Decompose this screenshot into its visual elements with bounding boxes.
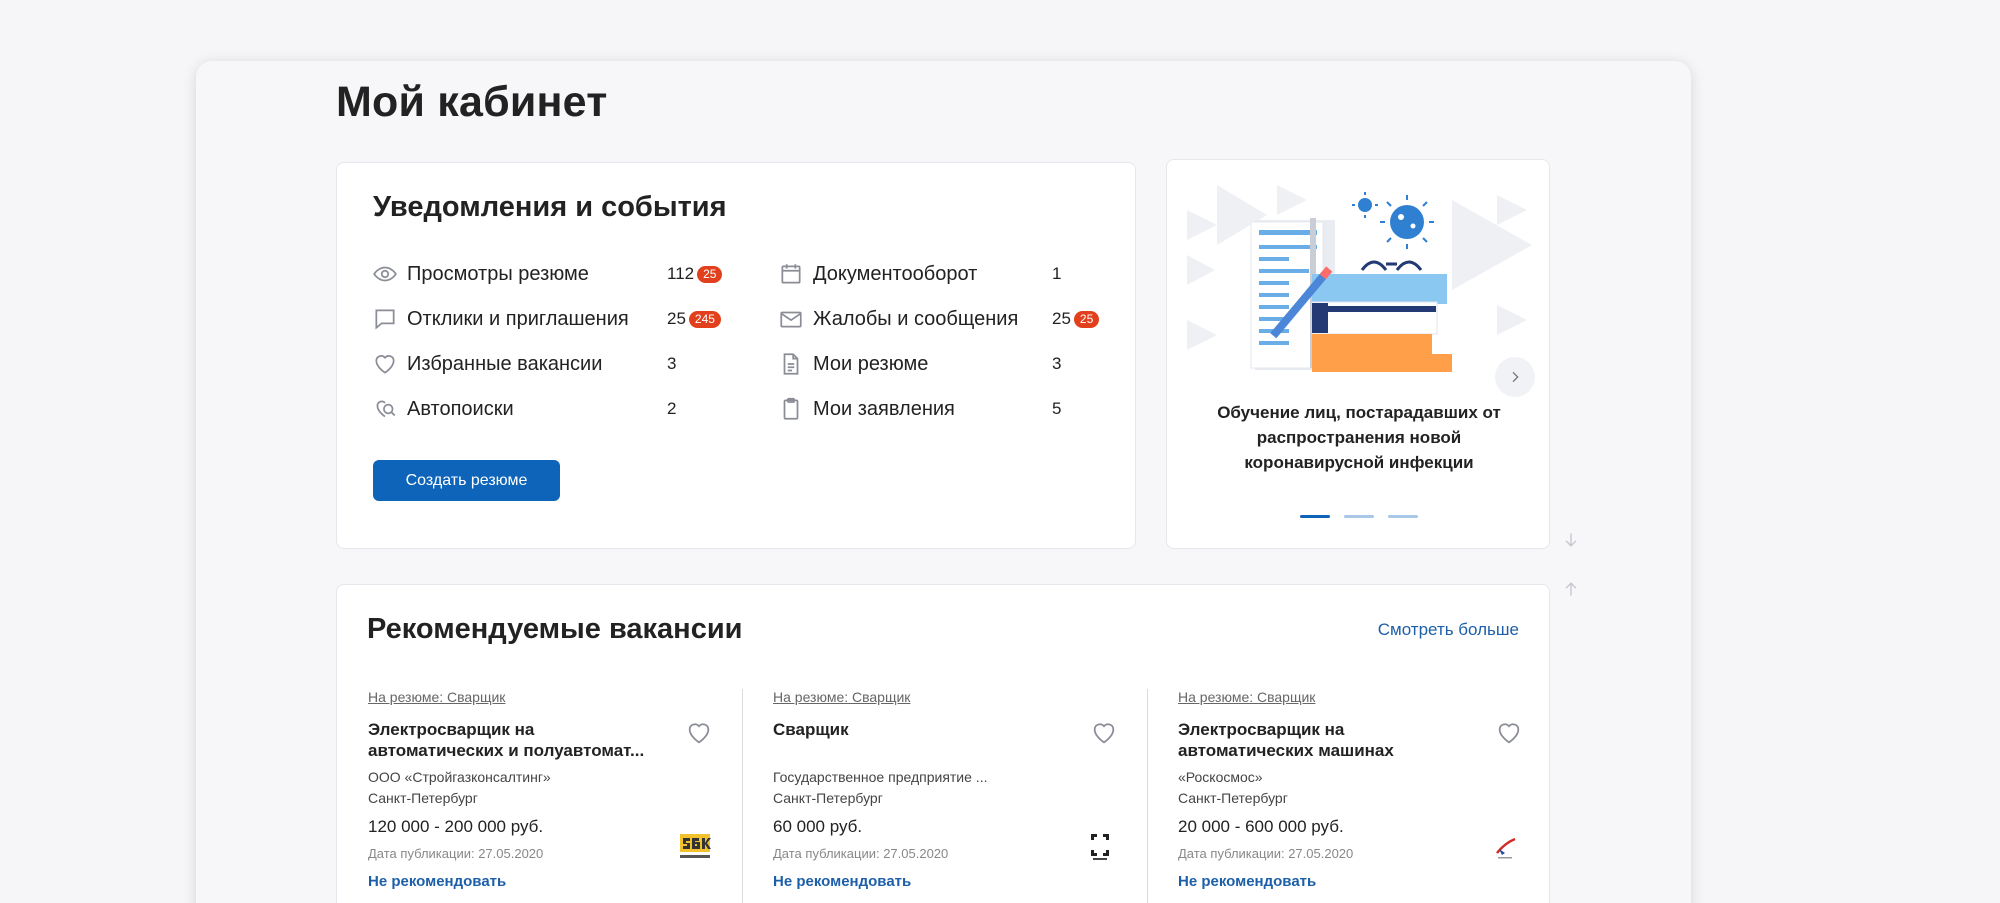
autosearch-icon	[371, 395, 399, 423]
favorite-heart-icon[interactable]	[1495, 719, 1523, 747]
vacancy-resume-link[interactable]: На резюме: Сварщик	[368, 689, 505, 705]
vacancy-salary: 20 000 - 600 000 руб.	[1178, 817, 1344, 836]
notif-label: Просмотры резюме	[407, 262, 589, 285]
create-resume-button[interactable]: Создать резюме	[373, 460, 560, 501]
not-recommend-link[interactable]: Не рекомендовать	[773, 873, 911, 890]
notif-label: Автопоиски	[407, 397, 514, 420]
vacancy-date: Дата публикации: 27.05.2020	[773, 846, 949, 861]
vacancy-city: Санкт-Петербург	[1178, 790, 1288, 806]
notif-label: Документооборот	[813, 262, 978, 285]
favorite-heart-icon[interactable]	[685, 719, 713, 747]
notif-count: 25 245	[667, 304, 721, 334]
notif-badge: 25	[1073, 310, 1100, 328]
notif-label: Жалобы и сообщения	[813, 307, 1019, 330]
carousel-dot[interactable]	[1300, 515, 1330, 518]
notif-count: 112 25	[667, 259, 723, 289]
not-recommend-link[interactable]: Не рекомендовать	[1178, 873, 1316, 890]
vacancy-city: Санкт-Петербург	[368, 790, 478, 806]
recommended-vacancies-card: Рекомендуемые вакансии Смотреть больше Н…	[336, 584, 1550, 903]
vacancy-date: Дата публикации: 27.05.2020	[1178, 846, 1354, 861]
notif-item-documents[interactable]: Документооборот	[777, 259, 977, 289]
vacancy-company: Государственное предприятие ...	[773, 769, 988, 785]
mail-icon	[777, 305, 805, 333]
notif-count: 2	[667, 399, 677, 418]
roscosmos-logo	[1496, 837, 1516, 859]
vacancy-resume-link[interactable]: На резюме: Сварщик	[1178, 689, 1315, 705]
notif-label: Отклики и приглашения	[407, 307, 629, 330]
notif-badge: 245	[688, 310, 721, 328]
vacancy-card[interactable]: На резюме: Сварщик Электросварщик на авт…	[1178, 689, 1553, 903]
chevron-right-icon	[1512, 371, 1519, 383]
vacancy-card[interactable]: На резюме: Сварщик Сварщик Государственн…	[773, 689, 1148, 903]
notif-label: Мои заявления	[813, 397, 955, 420]
vacancy-resume-link[interactable]: На резюме: Сварщик	[773, 689, 910, 705]
notif-item-autosearch[interactable]: Автопоиски	[371, 394, 514, 424]
chat-icon	[371, 305, 399, 333]
column-divider	[742, 689, 743, 903]
notif-count: 1	[1052, 264, 1062, 283]
carousel-dots	[1300, 515, 1418, 518]
vacancy-title[interactable]: Электросварщик на автоматических и полуа…	[368, 719, 668, 761]
notif-count: 3	[667, 354, 677, 373]
see-more-link[interactable]: Смотреть больше	[1378, 620, 1519, 640]
notif-item-responses[interactable]: Отклики и приглашения	[371, 304, 629, 334]
calendar-icon	[777, 260, 805, 288]
vacancy-company: ООО «Стройгазконсалтинг»	[368, 769, 551, 785]
notif-item-resume-views[interactable]: Просмотры резюме	[371, 259, 589, 289]
notif-item-applications[interactable]: Мои заявления	[777, 394, 955, 424]
vacancies-title: Рекомендуемые вакансии	[367, 613, 743, 645]
notifications-title: Уведомления и события	[373, 191, 727, 223]
notifications-card: Уведомления и события Просмотры резюме 1…	[336, 162, 1136, 549]
arrow-up-icon[interactable]	[1561, 579, 1581, 599]
clipboard-icon	[777, 395, 805, 423]
vacancy-city: Санкт-Петербург	[773, 790, 883, 806]
vacancy-company: «Роскосмос»	[1178, 769, 1263, 785]
vacancy-salary: 120 000 - 200 000 руб.	[368, 817, 544, 836]
favorite-heart-icon[interactable]	[1090, 719, 1118, 747]
eye-icon	[371, 260, 399, 288]
sgk-logo	[680, 834, 711, 858]
vacancy-card[interactable]: На резюме: Сварщик Электросварщик на авт…	[368, 689, 743, 903]
arrow-down-icon[interactable]	[1561, 530, 1581, 550]
notif-count: 5	[1052, 399, 1062, 418]
page-title: Мой кабинет	[336, 78, 608, 126]
notif-count: 25 25	[1052, 304, 1100, 334]
rostec-logo	[1091, 834, 1109, 860]
promo-caption: Обучение лиц, постарадавших от распростр…	[1217, 403, 1501, 472]
vacancy-title[interactable]: Электросварщик на автоматических машинах	[1178, 719, 1478, 761]
heart-icon	[371, 350, 399, 378]
notif-item-complaints[interactable]: Жалобы и сообщения	[777, 304, 1018, 334]
vacancy-date: Дата публикации: 27.05.2020	[368, 846, 544, 861]
notif-item-my-resumes[interactable]: Мои резюме	[777, 349, 928, 379]
not-recommend-link[interactable]: Не рекомендовать	[368, 873, 506, 890]
vacancy-title[interactable]: Сварщик	[773, 719, 1073, 740]
promo-carousel: Обучение лиц, постарадавших от распростр…	[1166, 159, 1550, 549]
vacancy-salary: 60 000 руб.	[773, 817, 863, 836]
carousel-dot[interactable]	[1344, 515, 1374, 518]
notif-label: Избранные вакансии	[407, 352, 603, 375]
education-illustration	[1187, 185, 1532, 372]
notif-item-favorites[interactable]: Избранные вакансии	[371, 349, 602, 379]
carousel-dot[interactable]	[1388, 515, 1418, 518]
notif-badge: 25	[697, 265, 723, 283]
carousel-next-button[interactable]	[1495, 357, 1535, 397]
notif-count: 3	[1052, 354, 1062, 373]
notif-label: Мои резюме	[813, 352, 929, 375]
document-icon	[777, 350, 805, 378]
column-divider	[1147, 689, 1148, 903]
